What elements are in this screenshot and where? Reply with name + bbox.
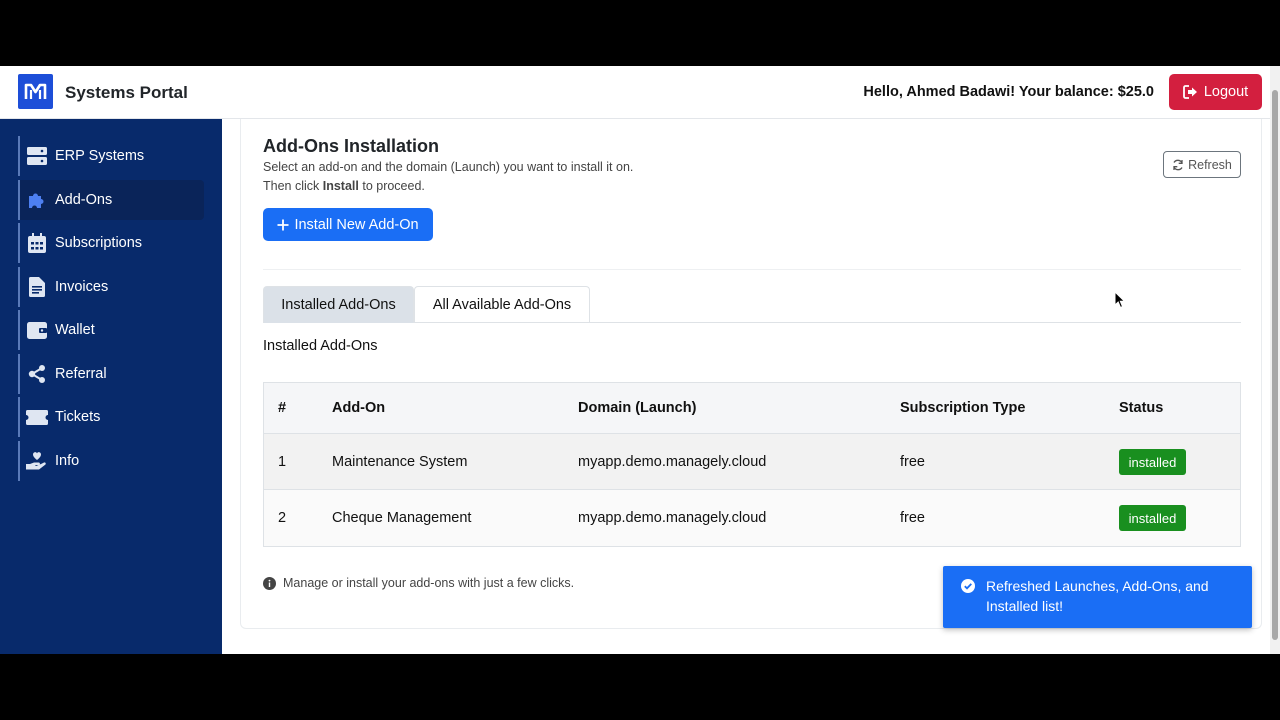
column-header-addon: Add-On	[332, 400, 386, 416]
user-greeting: Hello, Ahmed Badawi! Your balance: $25.0	[863, 84, 1154, 100]
table-header: # Add-On Domain (Launch) Subscription Ty…	[264, 383, 1240, 434]
install-button-label: Install New Add-On	[294, 216, 419, 233]
tab-installed-addons[interactable]: Installed Add-Ons	[263, 286, 414, 323]
scrollbar-thumb[interactable]	[1272, 90, 1278, 640]
row-addon-name: Cheque Management	[332, 510, 472, 526]
wallet-icon	[26, 319, 48, 341]
section-label: Installed Add-Ons	[263, 338, 378, 354]
install-new-addon-button[interactable]: Install New Add-On	[263, 208, 433, 241]
main-card: Add-Ons Installation Select an add-on an…	[240, 119, 1262, 629]
toast-notification[interactable]: Refreshed Launches, Add-Ons, and Install…	[943, 566, 1252, 628]
footer-note: Manage or install your add-ons with just…	[263, 576, 574, 590]
sidebar-item-referral[interactable]: Referral	[18, 354, 204, 394]
logout-label: Logout	[1203, 84, 1249, 100]
divider	[263, 269, 1241, 270]
row-domain: myapp.demo.managely.cloud	[578, 510, 767, 526]
sidebar-item-wallet[interactable]: Wallet	[18, 310, 204, 350]
sidebar-item-add-ons[interactable]: Add-Ons	[18, 180, 204, 220]
footer-note-text: Manage or install your add-ons with just…	[283, 576, 575, 590]
column-header-number: #	[278, 400, 287, 416]
row-addon-name: Maintenance System	[332, 454, 468, 470]
subtitle-suffix: to proceed.	[358, 179, 425, 193]
puzzle-icon	[26, 189, 48, 211]
app-title[interactable]: Systems Portal	[65, 83, 188, 103]
sidebar-item-invoices[interactable]: Invoices	[18, 267, 204, 307]
column-header-domain: Domain (Launch)	[578, 400, 697, 416]
info-circle-icon	[263, 576, 276, 590]
ticket-icon	[26, 406, 48, 428]
share-icon	[26, 363, 48, 385]
sidebar-item-label: Tickets	[55, 409, 101, 425]
column-header-subscription: Subscription Type	[900, 400, 1026, 416]
sidebar-item-label: Subscriptions	[55, 235, 143, 251]
page-title: Add-Ons Installation	[263, 136, 440, 156]
hand-holding-heart-icon	[26, 450, 48, 472]
top-navbar: Systems Portal Hello, Ahmed Badawi! Your…	[0, 66, 1280, 119]
row-subscription-type: free	[900, 510, 925, 526]
status-badge: installed	[1119, 449, 1186, 475]
table-row: 2 Cheque Management myapp.demo.managely.…	[264, 490, 1240, 546]
sidebar-item-label: Wallet	[55, 322, 95, 338]
row-number: 2	[278, 510, 287, 526]
logout-icon	[1182, 85, 1197, 99]
logo-mark-icon	[24, 83, 47, 99]
sidebar-item-erp-systems[interactable]: ERP Systems	[18, 136, 204, 176]
plus-icon	[277, 219, 289, 230]
toast-message: Refreshed Launches, Add-Ons, and Install…	[986, 578, 1209, 614]
sidebar-item-info[interactable]: Info	[18, 441, 204, 481]
sidebar-item-label: Info	[55, 453, 80, 469]
sidebar-item-label: Invoices	[55, 279, 109, 295]
subtitle-line-1: Select an add-on and the domain (Launch)…	[263, 160, 634, 174]
sidebar-item-label: Referral	[55, 366, 107, 382]
row-domain: myapp.demo.managely.cloud	[578, 454, 767, 470]
status-badge: installed	[1119, 505, 1186, 531]
sidebar: ERP Systems Add-Ons Subscriptions Invoic…	[0, 119, 222, 654]
refresh-icon	[1173, 159, 1183, 170]
refresh-label: Refresh	[1188, 157, 1232, 172]
installed-addons-table: # Add-On Domain (Launch) Subscription Ty…	[263, 382, 1241, 547]
brand-logo[interactable]	[18, 74, 53, 109]
sidebar-item-tickets[interactable]: Tickets	[18, 397, 204, 437]
tab-label: Installed Add-Ons	[281, 297, 396, 313]
column-header-status: Status	[1119, 400, 1164, 416]
addon-tabs: Installed Add-Ons All Available Add-Ons	[263, 286, 1241, 323]
calendar-icon	[26, 232, 48, 254]
page-scrollbar[interactable]	[1270, 66, 1280, 654]
sidebar-item-label: ERP Systems	[55, 148, 145, 164]
subtitle-bold: Install	[322, 179, 359, 193]
refresh-button[interactable]: Refresh	[1163, 151, 1241, 178]
check-circle-icon	[961, 579, 975, 593]
tab-label: All Available Add-Ons	[432, 297, 572, 313]
row-number: 1	[278, 454, 287, 470]
server-icon	[26, 145, 48, 167]
subtitle-line-2: Then click Install to proceed.	[263, 177, 633, 196]
logout-button[interactable]: Logout	[1169, 74, 1262, 110]
sidebar-item-subscriptions[interactable]: Subscriptions	[18, 223, 204, 263]
app-window: Systems Portal Hello, Ahmed Badawi! Your…	[0, 66, 1280, 654]
mouse-cursor-icon	[1114, 291, 1126, 309]
tab-all-available-addons[interactable]: All Available Add-Ons	[414, 286, 590, 323]
subtitle-prefix: Then click	[263, 179, 323, 193]
sidebar-item-label: Add-Ons	[55, 192, 113, 208]
row-subscription-type: free	[900, 454, 925, 470]
page-subtitle: Select an add-on and the domain (Launch)…	[263, 158, 633, 196]
file-invoice-icon	[26, 276, 48, 298]
table-row: 1 Maintenance System myapp.demo.managely…	[264, 434, 1240, 490]
